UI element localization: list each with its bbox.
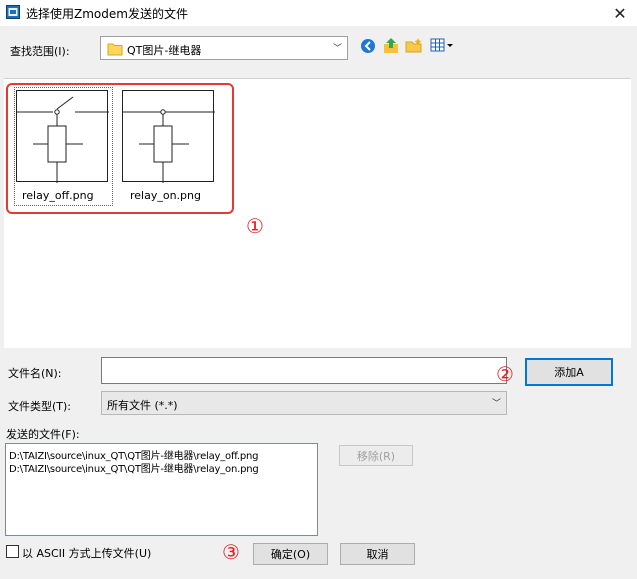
new-folder-icon[interactable] bbox=[405, 37, 423, 54]
ascii-label: 以 ASCII 方式上传文件(U) bbox=[22, 547, 152, 560]
annotation-highlight-box bbox=[6, 83, 234, 214]
lookin-combo[interactable]: QT图片-继电器 ﹀ bbox=[100, 36, 348, 60]
chevron-down-icon: ﹀ bbox=[491, 398, 501, 409]
lookin-label: 查找范围(I): bbox=[10, 45, 70, 58]
annotation-marker-3: ③ bbox=[222, 540, 240, 564]
cancel-button[interactable]: 取消 bbox=[340, 543, 415, 565]
lookin-value: QT图片-继电器 bbox=[127, 44, 202, 57]
folder-icon bbox=[107, 43, 123, 56]
sent-files-list[interactable]: D:\TAIZI\source\inux_QT\QT图片-继电器\relay_o… bbox=[5, 443, 318, 536]
remove-button[interactable]: 移除(R) bbox=[339, 445, 413, 466]
filename-input[interactable] bbox=[101, 357, 507, 384]
app-icon bbox=[6, 5, 20, 19]
annotation-marker-2: ② bbox=[496, 362, 514, 386]
up-folder-icon[interactable] bbox=[383, 37, 399, 54]
add-button[interactable]: 添加A bbox=[525, 358, 613, 386]
ok-button[interactable]: 确定(O) bbox=[253, 543, 328, 565]
filename-label: 文件名(N): bbox=[8, 367, 62, 380]
sent-files-label: 发送的文件(F): bbox=[6, 428, 80, 441]
chevron-down-icon: ﹀ bbox=[332, 43, 342, 54]
view-menu-icon[interactable] bbox=[430, 37, 454, 53]
filetype-combo[interactable]: 所有文件 (*.*) ﹀ bbox=[101, 391, 507, 415]
title-bar: 选择使用Zmodem发送的文件 ✕ bbox=[0, 0, 637, 26]
back-icon[interactable] bbox=[360, 38, 376, 54]
filetype-value: 所有文件 (*.*) bbox=[107, 399, 178, 412]
close-icon[interactable]: ✕ bbox=[603, 0, 637, 26]
list-item[interactable]: D:\TAIZI\source\inux_QT\QT图片-继电器\relay_o… bbox=[9, 460, 259, 475]
ascii-checkbox[interactable] bbox=[6, 545, 19, 558]
file-list[interactable]: relay_off.png relay_on.png ① bbox=[4, 78, 631, 348]
filetype-label: 文件类型(T): bbox=[8, 400, 72, 413]
annotation-marker-1: ① bbox=[246, 214, 264, 238]
window-title: 选择使用Zmodem发送的文件 bbox=[26, 7, 188, 21]
